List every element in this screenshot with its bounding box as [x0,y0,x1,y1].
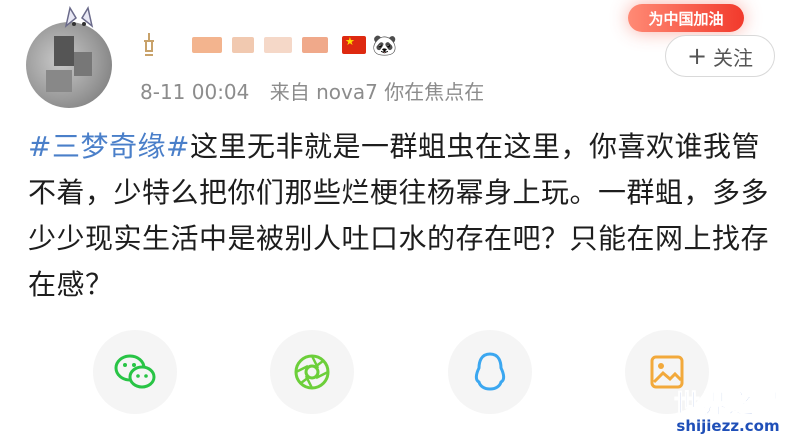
blurred-name-segment [302,37,328,53]
avatar-mosaic-block [54,36,74,66]
promo-badge[interactable]: 为中国加油 [628,4,744,32]
qq-penguin-icon [474,352,506,391]
post-time: 8-11 00:04 [140,80,250,104]
follow-label: 关注 [713,45,754,70]
wechat-icon [114,354,156,389]
avatar-mosaic-block [46,70,72,92]
plus-icon: + [686,42,708,70]
panda-icon: 🐼 [372,33,397,57]
post-source: 来自 nova7 你在焦点在 [269,80,485,104]
post-meta: 8-11 00:04 来自 nova7 你在焦点在 [140,76,498,105]
post-content: #三梦奇缘#这里无非就是一群蛆虫在这里，你喜欢谁我管不着，少特么把你们那些烂梗往… [28,124,780,308]
site-watermark: 世界之最 shijiezz.com [673,384,782,436]
avatar-mosaic-block [74,52,92,76]
username-blurred[interactable]: 🐼 [140,28,397,62]
blurred-name-segment [192,37,222,53]
camera-aperture-icon [294,354,330,390]
watermark-domain: shijiezz.com [676,417,780,435]
share-moments-button[interactable] [270,330,354,414]
blurred-name-segment [264,37,292,53]
share-qq-button[interactable] [448,330,532,414]
avatar[interactable] [26,22,112,108]
share-wechat-button[interactable] [93,330,177,414]
blurred-name-segment [232,37,254,53]
follow-button[interactable]: + 关注 [665,35,775,77]
cat-ears-decoration-icon [64,6,94,28]
watermark-title: 世界之最 [673,390,782,421]
topic-link[interactable]: #三梦奇缘# [28,130,190,163]
user-level-icon [144,33,154,56]
china-flag-icon [342,35,366,54]
